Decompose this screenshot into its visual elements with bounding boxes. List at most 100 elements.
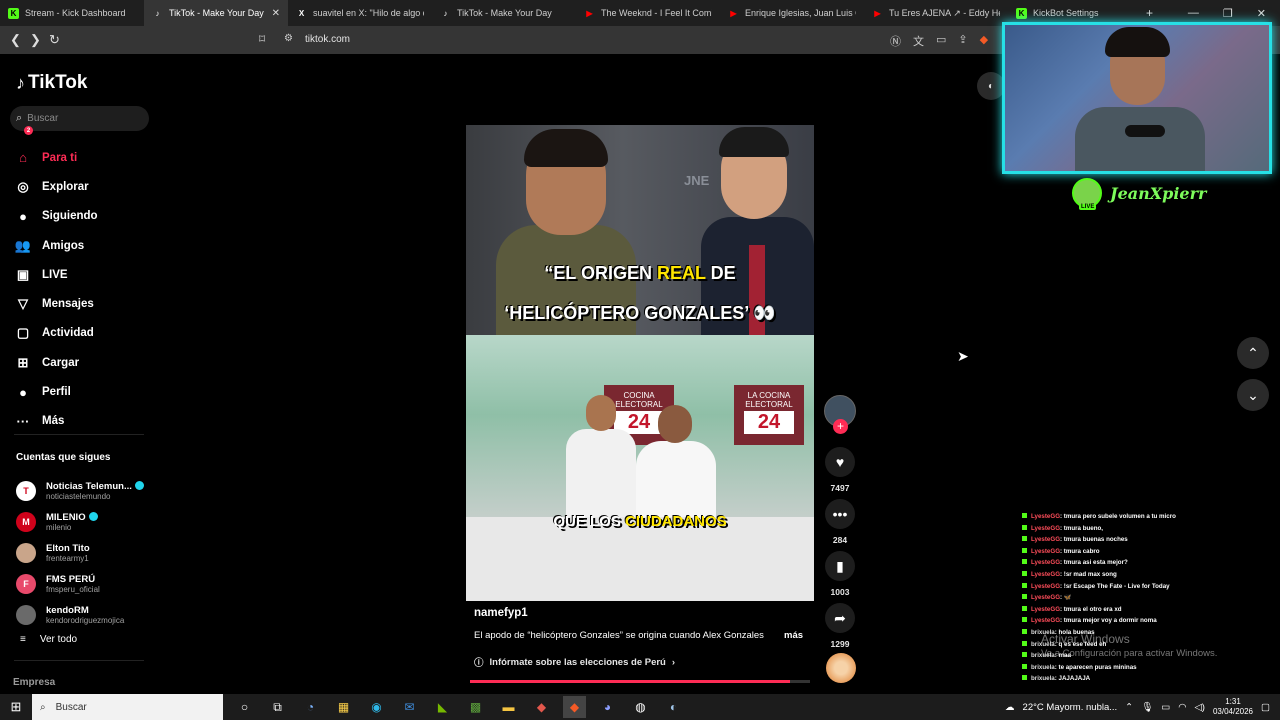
- chat-text: : tmura bueno,: [1060, 524, 1103, 532]
- sidebar-item-siguiendo[interactable]: ● Siguiendo: [14, 202, 98, 231]
- bookmark-icon[interactable]: ⌑: [259, 32, 265, 46]
- video-player[interactable]: JNE “EL ORIGEN REAL DE ‘HELICÓPTERO GONZ…: [466, 125, 814, 601]
- mic-icon[interactable]: 🎙: [1141, 702, 1153, 713]
- tab-title: Enrique Iglesias, Juan Luis Gue: [745, 8, 856, 18]
- reload-icon[interactable]: ↻: [49, 32, 60, 48]
- browser-tab[interactable]: ▶ The Weeknd - I Feel It Coming: [576, 0, 720, 26]
- close-tab-icon[interactable]: ✕: [272, 8, 280, 19]
- music-disc-icon[interactable]: [826, 653, 856, 683]
- store-icon[interactable]: ▦: [332, 696, 355, 718]
- mail-icon[interactable]: ✉: [398, 696, 421, 718]
- video-progress-bar[interactable]: [470, 680, 810, 683]
- more-link[interactable]: más: [784, 630, 803, 641]
- share-icon[interactable]: ⇪: [958, 33, 967, 49]
- weather-text[interactable]: 22°C Mayorm. nubla...: [1023, 702, 1118, 713]
- election-info-link[interactable]: ⓘ Infórmate sobre las elecciones de Perú…: [474, 655, 675, 670]
- new-tab-button[interactable]: +: [1146, 6, 1153, 20]
- video-username[interactable]: namefyp1: [474, 607, 528, 619]
- edge-icon[interactable]: ◉: [365, 696, 388, 718]
- share-button[interactable]: ➦ 1299: [825, 603, 855, 649]
- avatar: [16, 542, 36, 563]
- minecraft-icon[interactable]: ▩: [464, 696, 487, 718]
- see-all-link[interactable]: ≡ Ver todo: [20, 634, 77, 645]
- save-button[interactable]: ▮ 1003: [825, 551, 855, 597]
- tiktok-logo[interactable]: ♪ TikTok: [16, 72, 87, 94]
- reader-mode-icon[interactable]: Ⓝ: [890, 33, 901, 49]
- kick-badge-icon: [1022, 663, 1027, 669]
- follow-plus-icon[interactable]: +: [833, 419, 848, 434]
- chat-user: LyesteGG: [1031, 605, 1061, 613]
- floating-control-button[interactable]: ◐: [977, 72, 1005, 100]
- brave-icon[interactable]: ◆: [563, 696, 586, 718]
- account-handle: milenio: [46, 522, 72, 532]
- browser-tab[interactable]: ▶ Tu Eres AJENA ↗ - Eddy Herr: [864, 0, 1008, 26]
- chat-message: LyesteGG: 🦋: [1022, 592, 1252, 604]
- site-info-icon[interactable]: ⚙: [284, 33, 293, 44]
- tab-favicon-icon: K: [8, 7, 19, 19]
- task-view-icon[interactable]: ⧉: [266, 696, 289, 718]
- sidebar-item-amigos[interactable]: 👥 Amigos: [14, 231, 98, 260]
- previous-video-button[interactable]: ⌃: [1237, 337, 1269, 369]
- sidebar-item-ms[interactable]: ··· Más: [14, 407, 98, 436]
- sidebar-item-actividad[interactable]: ▢ 2 Actividad: [14, 126, 98, 348]
- following-account[interactable]: Elton Tito frentearmy1: [16, 537, 144, 568]
- sidebar-item-mensajes[interactable]: ▽ Mensajes: [14, 289, 98, 318]
- chat-message: LyesteGG: tmura bueno,: [1022, 523, 1252, 535]
- browser-tab[interactable]: K Stream - Kick Dashboard: [0, 0, 144, 26]
- following-account[interactable]: kendoRM kendorodriguezmojica: [16, 599, 144, 630]
- tab-favicon-icon: K: [1016, 7, 1027, 19]
- account-name: kendoRM: [46, 604, 89, 616]
- obs-icon[interactable]: ◍: [629, 696, 652, 718]
- browser-tab[interactable]: ♪ TikTok - Make Your Day ✕: [144, 0, 288, 26]
- sidebar-item-label: LIVE: [42, 268, 68, 281]
- forward-icon[interactable]: ❯: [30, 32, 41, 48]
- brave-shield-icon[interactable]: ◆: [980, 33, 988, 49]
- following-account[interactable]: F FMS PERÚ fmsperu_oficial: [16, 568, 144, 599]
- browser-tab[interactable]: ▶ Enrique Iglesias, Juan Luis Gue: [720, 0, 864, 26]
- notifications-icon[interactable]: ▢: [1261, 702, 1270, 713]
- close-window-icon[interactable]: ✕: [1257, 7, 1266, 20]
- back-icon[interactable]: ❮: [10, 32, 21, 48]
- cortana-icon[interactable]: ○: [233, 696, 256, 718]
- network-icon[interactable]: ▭: [1161, 702, 1170, 713]
- kick-badge-icon: [1022, 547, 1027, 553]
- following-account[interactable]: M MILENIO milenio: [16, 506, 144, 537]
- windows-start-icon[interactable]: ⊞: [0, 694, 32, 720]
- comment-count: 284: [832, 535, 848, 545]
- next-video-button[interactable]: ⌄: [1237, 379, 1269, 411]
- following-account[interactable]: T Noticias Telemun... noticiastelemundo: [16, 475, 144, 506]
- sidebar-item-cargar[interactable]: ⊞ Cargar: [14, 348, 98, 377]
- tab-title: Tu Eres AJENA ↗ - Eddy Herr: [889, 7, 1000, 18]
- sidebar-item-live[interactable]: ▣ LIVE: [14, 260, 98, 289]
- tray-chevron-icon[interactable]: ⌃: [1125, 702, 1133, 713]
- browser-tab[interactable]: ♪ TikTok - Make Your Day: [432, 0, 576, 26]
- wifi-icon[interactable]: ◠: [1178, 702, 1186, 713]
- share-arrow-icon: ➦: [825, 603, 855, 633]
- steam-icon[interactable]: ◐: [662, 696, 685, 718]
- save-count: 1003: [830, 587, 850, 597]
- sidebar-item-perfil[interactable]: ● Perfil: [14, 377, 98, 406]
- nvidia-icon[interactable]: ◣: [431, 696, 454, 718]
- discord-icon[interactable]: ◕: [596, 696, 619, 718]
- progress-fill: [470, 680, 790, 683]
- company-link[interactable]: Empresa: [13, 677, 55, 688]
- sidebar-item-explorar[interactable]: ◎ Explorar: [14, 172, 98, 201]
- like-button[interactable]: ♥ 7497: [825, 447, 855, 493]
- app-icon[interactable]: ◆: [530, 696, 553, 718]
- comment-button[interactable]: ••• 284: [825, 499, 855, 545]
- chat-text: : 🦋: [1060, 594, 1072, 602]
- maximize-icon[interactable]: ❐: [1223, 7, 1233, 20]
- minimize-icon[interactable]: —: [1188, 7, 1199, 19]
- tab-title: suavitel en X: "Hilo de algo que: [313, 8, 424, 18]
- taskbar-search[interactable]: ⌕ Buscar: [32, 694, 223, 720]
- cast-icon[interactable]: ▭: [936, 33, 946, 49]
- streamer-name: JeanXpierr: [1110, 183, 1207, 203]
- url-field[interactable]: tiktok.com: [305, 34, 350, 45]
- translate-icon[interactable]: 文: [913, 33, 924, 49]
- folder-icon[interactable]: ▬: [497, 696, 520, 718]
- volume-icon[interactable]: ◁): [1194, 702, 1204, 713]
- browser-tab[interactable]: Xsuavitel en X: "Hilo de algo que: [288, 0, 432, 26]
- clock[interactable]: 1:31 03/04/2026: [1213, 697, 1253, 717]
- sidebar-item-parati[interactable]: ⌂ Para ti: [14, 143, 98, 172]
- speed-icon[interactable]: ◔: [299, 696, 322, 718]
